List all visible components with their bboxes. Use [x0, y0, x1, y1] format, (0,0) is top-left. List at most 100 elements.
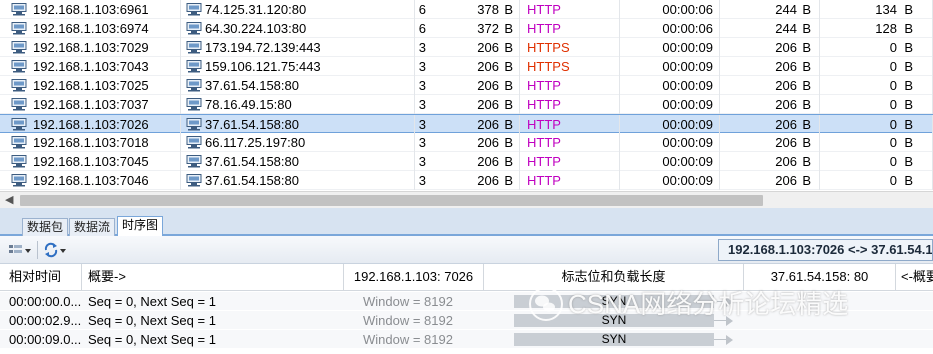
sent-unit: B [802, 78, 811, 93]
tab-sequence-diagram[interactable]: 时序图 [117, 216, 164, 236]
duration: 00:00:09 [662, 97, 713, 112]
received-bytes: 128 [875, 21, 897, 36]
connection-row[interactable]: 192.168.1.103:7046 37.61.54.158:80 3 206 B HT… [0, 171, 933, 190]
connection-row[interactable]: 192.168.1.103:7025 37.61.54.158:80 3 206 B HT… [0, 76, 933, 95]
packet-count: 3 [418, 135, 426, 150]
computer-icon [11, 155, 27, 168]
computer-icon [11, 22, 27, 35]
flag-arrow-bar: SYN [514, 333, 714, 346]
relative-time: 00:00:00.0... [9, 294, 82, 309]
byte-count: 206 [477, 117, 499, 132]
byte-count: 206 [477, 59, 499, 74]
source-address: 192.168.1.103:7018 [33, 135, 149, 150]
scrollbar-thumb[interactable] [20, 195, 763, 206]
sent-unit: B [802, 21, 811, 36]
protocol: HTTPS [527, 59, 570, 74]
sent-bytes: 206 [775, 40, 797, 55]
conversation-title: 192.168.1.103:7026 <-> 37.61.54.15 [718, 239, 933, 261]
computer-icon [186, 60, 202, 73]
header-client-endpoint[interactable]: 192.168.1.103: 7026 [344, 264, 484, 290]
source-address: 192.168.1.103:7043 [33, 59, 149, 74]
header-summary[interactable]: 概要-> [82, 264, 344, 290]
connection-row[interactable]: 192.168.1.103:7037 78.16.49.15:80 3 206 B HTT… [0, 95, 933, 114]
duration: 00:00:09 [662, 117, 713, 132]
sent-unit: B [802, 97, 811, 112]
received-bytes: 0 [889, 59, 897, 74]
sent-unit: B [802, 2, 811, 17]
protocol: HTTP [527, 2, 561, 17]
connection-row[interactable]: 192.168.1.103:6974 64.30.224.103:80 6 372 B H… [0, 19, 933, 38]
connection-row[interactable]: 192.168.1.103:7043 159.106.121.75:443 3 206… [0, 57, 933, 76]
received-bytes: 0 [889, 40, 897, 55]
computer-icon [11, 3, 27, 16]
tcp-flag: SYN [601, 332, 627, 346]
computer-icon [11, 136, 27, 149]
packet-summary: Seq = 0, Next Seq = 1 [88, 313, 216, 328]
source-address: 192.168.1.103:6974 [33, 21, 149, 36]
received-unit: B [904, 173, 913, 188]
sequence-row[interactable]: 00:00:09.0... Seq = 0, Next Seq = 1 Window… [0, 330, 933, 349]
packet-count: 3 [418, 117, 426, 132]
tab-packets[interactable]: 数据包 [22, 218, 69, 236]
relative-time: 00:00:02.9... [9, 313, 82, 328]
sent-unit: B [802, 40, 811, 55]
destination-address: 37.61.54.158:80 [205, 173, 299, 188]
destination-address: 37.61.54.158:80 [205, 154, 299, 169]
byte-count: 206 [477, 173, 499, 188]
byte-unit: B [504, 97, 513, 112]
computer-icon [186, 155, 202, 168]
packet-count: 6 [418, 2, 426, 17]
sent-unit: B [802, 135, 811, 150]
packet-count: 6 [418, 21, 426, 36]
received-unit: B [904, 97, 913, 112]
refresh-icon[interactable] [43, 242, 67, 258]
source-address: 192.168.1.103:6961 [33, 2, 149, 17]
computer-icon [186, 41, 202, 54]
destination-address: 66.117.25.197:80 [205, 135, 306, 150]
destination-address: 37.61.54.158:80 [205, 78, 299, 93]
byte-count: 378 [477, 2, 499, 17]
byte-unit: B [504, 40, 513, 55]
packet-count: 3 [418, 78, 426, 93]
toolbar-separator [37, 241, 38, 259]
duration: 00:00:09 [662, 40, 713, 55]
byte-count: 206 [477, 154, 499, 169]
connection-row[interactable]: 192.168.1.103:7026 37.61.54.158:80 3 206 B HT… [0, 114, 933, 134]
computer-icon [11, 118, 27, 131]
header-relative-time[interactable]: 相对时间 [0, 264, 82, 290]
received-unit: B [904, 78, 913, 93]
tab-stream[interactable]: 数据流 [69, 218, 116, 236]
source-address: 192.168.1.103:7046 [33, 173, 149, 188]
connection-row[interactable]: 192.168.1.103:7045 37.61.54.158:80 3 206 B HT… [0, 152, 933, 171]
connection-row[interactable]: 192.168.1.103:7018 66.117.25.197:80 3 206 B H… [0, 133, 933, 152]
packet-summary: Seq = 0, Next Seq = 1 [88, 294, 216, 309]
connection-row[interactable]: 192.168.1.103:6961 74.125.31.120:80 6 378 B H… [0, 0, 933, 19]
window-size: Window = 8192 [363, 332, 453, 347]
destination-address: 159.106.121.75:443 [205, 59, 321, 74]
protocol: HTTP [527, 173, 561, 188]
sent-bytes: 206 [775, 117, 797, 132]
received-bytes: 134 [875, 2, 897, 17]
received-bytes: 0 [889, 173, 897, 188]
connection-row[interactable]: 192.168.1.103:7029 173.194.72.139:443 3 206… [0, 38, 933, 57]
scroll-left-arrow-icon[interactable]: ◀ [5, 192, 13, 208]
received-bytes: 0 [889, 78, 897, 93]
duration: 00:00:06 [662, 2, 713, 17]
protocol: HTTP [527, 97, 561, 112]
protocol: HTTP [527, 135, 561, 150]
layout-icon[interactable] [8, 242, 32, 258]
received-unit: B [904, 2, 913, 17]
received-bytes: 0 [889, 154, 897, 169]
computer-icon [186, 3, 202, 16]
packet-count: 3 [418, 97, 426, 112]
source-address: 192.168.1.103:7026 [33, 117, 149, 132]
packet-summary: Seq = 0, Next Seq = 1 [88, 332, 216, 347]
received-unit: B [904, 154, 913, 169]
window-size: Window = 8192 [363, 294, 453, 309]
horizontal-scrollbar[interactable]: ◀ [0, 191, 933, 208]
sent-unit: B [802, 117, 811, 132]
byte-count: 206 [477, 78, 499, 93]
destination-address: 173.194.72.139:443 [205, 40, 321, 55]
connection-table: 192.168.1.103:6961 74.125.31.120:80 6 378 B H… [0, 0, 933, 191]
arrow-head-icon [726, 335, 733, 345]
